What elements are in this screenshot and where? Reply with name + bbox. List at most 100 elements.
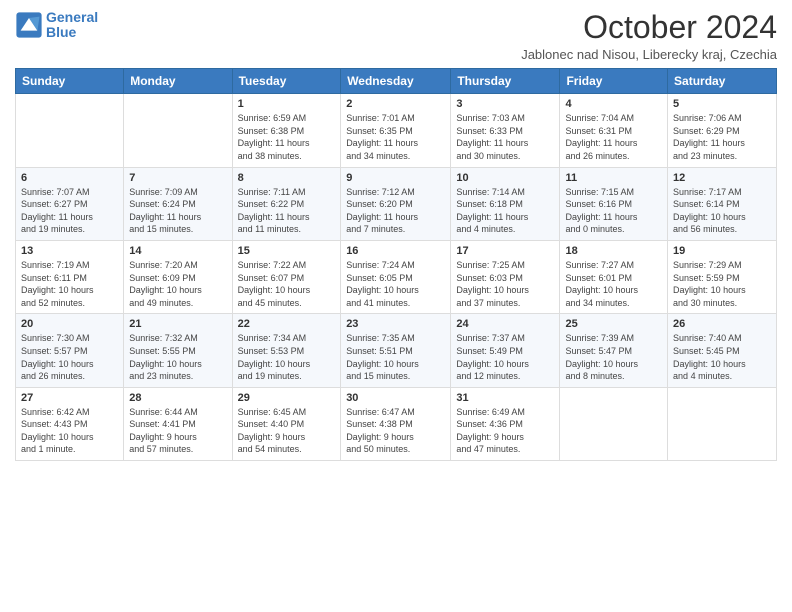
day-number: 21 (129, 318, 226, 330)
day-number: 23 (346, 318, 445, 330)
day-number: 31 (456, 392, 554, 404)
day-number: 11 (565, 172, 662, 184)
day-detail: Sunrise: 7:32 AM Sunset: 5:55 PM Dayligh… (129, 332, 226, 382)
calendar-cell: 2 Sunrise: 7:01 AM Sunset: 6:35 PM Daylig… (341, 94, 451, 167)
day-detail: Sunrise: 6:42 AM Sunset: 4:43 PM Dayligh… (21, 406, 118, 456)
day-number: 13 (21, 245, 118, 257)
day-detail: Sunrise: 7:03 AM Sunset: 6:33 PM Dayligh… (456, 112, 554, 162)
day-number: 3 (456, 98, 554, 110)
calendar-cell: 3 Sunrise: 7:03 AM Sunset: 6:33 PM Daylig… (451, 94, 560, 167)
day-detail: Sunrise: 7:34 AM Sunset: 5:53 PM Dayligh… (238, 332, 336, 382)
calendar-cell (560, 387, 668, 460)
calendar-cell: 31 Sunrise: 6:49 AM Sunset: 4:36 PM Dayli… (451, 387, 560, 460)
calendar-cell: 7Sunrise: 7:09 AM Sunset: 6:24 PM Daylig… (124, 167, 232, 240)
calendar-cell: 5 Sunrise: 7:06 AM Sunset: 6:29 PM Daylig… (668, 94, 777, 167)
day-detail: Sunrise: 7:25 AM Sunset: 6:03 PM Dayligh… (456, 259, 554, 309)
day-detail: Sunrise: 7:17 AM Sunset: 6:14 PM Dayligh… (673, 186, 771, 236)
calendar-week-2: 6 Sunrise: 7:07 AM Sunset: 6:27 PM Daylig… (16, 167, 777, 240)
day-number: 16 (346, 245, 445, 257)
logo: General Blue (15, 10, 98, 41)
day-number: 30 (346, 392, 445, 404)
logo-line2: Blue (46, 24, 76, 40)
day-detail: Sunrise: 7:27 AM Sunset: 6:01 PM Dayligh… (565, 259, 662, 309)
day-number: 24 (456, 318, 554, 330)
calendar-cell: 28Sunrise: 6:44 AM Sunset: 4:41 PM Dayli… (124, 387, 232, 460)
day-number: 29 (238, 392, 336, 404)
calendar-week-4: 20Sunrise: 7:30 AM Sunset: 5:57 PM Dayli… (16, 314, 777, 387)
calendar-cell: 4 Sunrise: 7:04 AM Sunset: 6:31 PM Daylig… (560, 94, 668, 167)
day-number: 26 (673, 318, 771, 330)
day-number: 25 (565, 318, 662, 330)
day-detail: Sunrise: 7:15 AM Sunset: 6:16 PM Dayligh… (565, 186, 662, 236)
calendar-header-row: SundayMondayTuesdayWednesdayThursdayFrid… (16, 69, 777, 94)
day-number: 18 (565, 245, 662, 257)
calendar-cell: 11 Sunrise: 7:15 AM Sunset: 6:16 PM Dayli… (560, 167, 668, 240)
calendar-cell: 22 Sunrise: 7:34 AM Sunset: 5:53 PM Dayli… (232, 314, 341, 387)
day-detail: Sunrise: 7:01 AM Sunset: 6:35 PM Dayligh… (346, 112, 445, 162)
day-number: 19 (673, 245, 771, 257)
day-number: 12 (673, 172, 771, 184)
day-detail: Sunrise: 7:20 AM Sunset: 6:09 PM Dayligh… (129, 259, 226, 309)
day-detail: Sunrise: 7:07 AM Sunset: 6:27 PM Dayligh… (21, 186, 118, 236)
calendar: SundayMondayTuesdayWednesdayThursdayFrid… (15, 68, 777, 461)
header: General Blue October 2024 Jablonec nad N… (15, 10, 777, 62)
calendar-cell: 25 Sunrise: 7:39 AM Sunset: 5:47 PM Dayli… (560, 314, 668, 387)
day-detail: Sunrise: 7:39 AM Sunset: 5:47 PM Dayligh… (565, 332, 662, 382)
calendar-cell: 20Sunrise: 7:30 AM Sunset: 5:57 PM Dayli… (16, 314, 124, 387)
day-number: 28 (129, 392, 226, 404)
calendar-cell: 23Sunrise: 7:35 AM Sunset: 5:51 PM Dayli… (341, 314, 451, 387)
day-detail: Sunrise: 7:24 AM Sunset: 6:05 PM Dayligh… (346, 259, 445, 309)
calendar-cell: 15 Sunrise: 7:22 AM Sunset: 6:07 PM Dayli… (232, 240, 341, 313)
calendar-cell: 10 Sunrise: 7:14 AM Sunset: 6:18 PM Dayli… (451, 167, 560, 240)
day-detail: Sunrise: 7:19 AM Sunset: 6:11 PM Dayligh… (21, 259, 118, 309)
day-number: 6 (21, 172, 118, 184)
day-number: 4 (565, 98, 662, 110)
calendar-week-1: 1 Sunrise: 6:59 AM Sunset: 6:38 PM Daylig… (16, 94, 777, 167)
day-detail: Sunrise: 7:30 AM Sunset: 5:57 PM Dayligh… (21, 332, 118, 382)
day-detail: Sunrise: 7:29 AM Sunset: 5:59 PM Dayligh… (673, 259, 771, 309)
day-detail: Sunrise: 7:04 AM Sunset: 6:31 PM Dayligh… (565, 112, 662, 162)
logo-line1: General (46, 9, 98, 25)
day-detail: Sunrise: 7:12 AM Sunset: 6:20 PM Dayligh… (346, 186, 445, 236)
calendar-header-friday: Friday (560, 69, 668, 94)
calendar-header-sunday: Sunday (16, 69, 124, 94)
day-detail: Sunrise: 7:06 AM Sunset: 6:29 PM Dayligh… (673, 112, 771, 162)
day-number: 5 (673, 98, 771, 110)
day-number: 17 (456, 245, 554, 257)
calendar-cell: 12 Sunrise: 7:17 AM Sunset: 6:14 PM Dayli… (668, 167, 777, 240)
day-detail: Sunrise: 7:37 AM Sunset: 5:49 PM Dayligh… (456, 332, 554, 382)
calendar-cell: 8Sunrise: 7:11 AM Sunset: 6:22 PM Daylig… (232, 167, 341, 240)
calendar-cell (124, 94, 232, 167)
day-detail: Sunrise: 7:14 AM Sunset: 6:18 PM Dayligh… (456, 186, 554, 236)
day-detail: Sunrise: 7:22 AM Sunset: 6:07 PM Dayligh… (238, 259, 336, 309)
day-number: 2 (346, 98, 445, 110)
calendar-header-wednesday: Wednesday (341, 69, 451, 94)
calendar-cell: 19 Sunrise: 7:29 AM Sunset: 5:59 PM Dayli… (668, 240, 777, 313)
calendar-cell: 17 Sunrise: 7:25 AM Sunset: 6:03 PM Dayli… (451, 240, 560, 313)
calendar-cell: 14 Sunrise: 7:20 AM Sunset: 6:09 PM Dayli… (124, 240, 232, 313)
calendar-header-thursday: Thursday (451, 69, 560, 94)
day-detail: Sunrise: 6:47 AM Sunset: 4:38 PM Dayligh… (346, 406, 445, 456)
calendar-cell: 16 Sunrise: 7:24 AM Sunset: 6:05 PM Dayli… (341, 240, 451, 313)
page: General Blue October 2024 Jablonec nad N… (0, 0, 792, 612)
calendar-week-5: 27Sunrise: 6:42 AM Sunset: 4:43 PM Dayli… (16, 387, 777, 460)
calendar-cell: 6 Sunrise: 7:07 AM Sunset: 6:27 PM Daylig… (16, 167, 124, 240)
day-detail: Sunrise: 6:49 AM Sunset: 4:36 PM Dayligh… (456, 406, 554, 456)
calendar-cell: 1 Sunrise: 6:59 AM Sunset: 6:38 PM Daylig… (232, 94, 341, 167)
calendar-cell: 18 Sunrise: 7:27 AM Sunset: 6:01 PM Dayli… (560, 240, 668, 313)
day-number: 15 (238, 245, 336, 257)
day-number: 10 (456, 172, 554, 184)
day-number: 22 (238, 318, 336, 330)
day-number: 1 (238, 98, 336, 110)
day-detail: Sunrise: 7:40 AM Sunset: 5:45 PM Dayligh… (673, 332, 771, 382)
calendar-cell: 30 Sunrise: 6:47 AM Sunset: 4:38 PM Dayli… (341, 387, 451, 460)
logo-icon (15, 11, 43, 39)
calendar-cell: 26 Sunrise: 7:40 AM Sunset: 5:45 PM Dayli… (668, 314, 777, 387)
month-title: October 2024 (521, 10, 777, 45)
title-block: October 2024 Jablonec nad Nisou, Liberec… (521, 10, 777, 62)
day-detail: Sunrise: 6:45 AM Sunset: 4:40 PM Dayligh… (238, 406, 336, 456)
day-number: 9 (346, 172, 445, 184)
day-detail: Sunrise: 6:59 AM Sunset: 6:38 PM Dayligh… (238, 112, 336, 162)
day-detail: Sunrise: 7:11 AM Sunset: 6:22 PM Dayligh… (238, 186, 336, 236)
day-number: 14 (129, 245, 226, 257)
